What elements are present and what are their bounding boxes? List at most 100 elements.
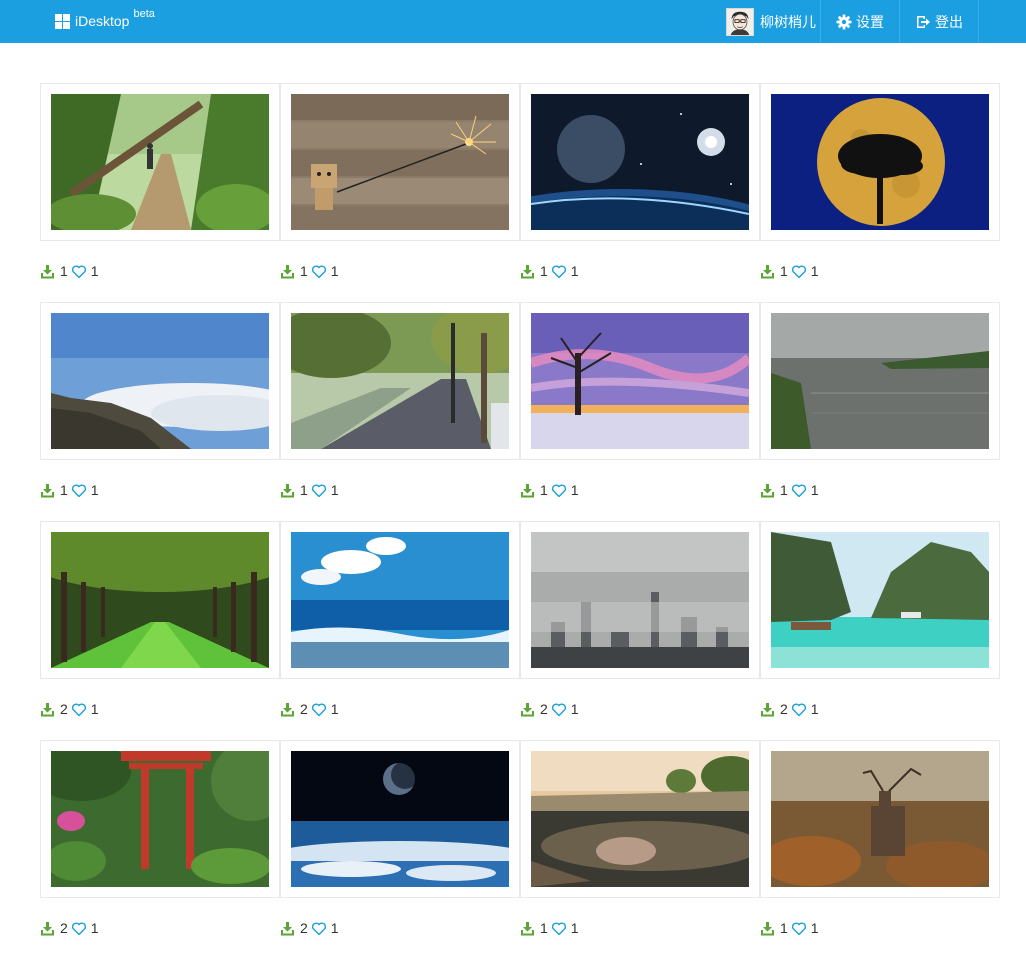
heart-icon[interactable] <box>71 264 87 279</box>
wallpaper-card[interactable] <box>760 521 1000 679</box>
wallpaper-item: 1 1 <box>280 83 520 302</box>
heart-icon[interactable] <box>551 264 567 279</box>
heart-icon[interactable] <box>71 921 87 936</box>
wallpaper-card[interactable] <box>280 83 520 241</box>
download-icon[interactable] <box>280 921 295 936</box>
wallpaper-thumbnail[interactable] <box>291 313 509 449</box>
download-icon[interactable] <box>280 702 295 717</box>
wallpaper-card[interactable] <box>280 740 520 898</box>
wallpaper-card[interactable] <box>280 521 520 679</box>
wallpaper-thumbnail[interactable] <box>291 94 509 230</box>
like-count: 1 <box>330 263 339 279</box>
download-icon[interactable] <box>760 921 775 936</box>
wallpaper-card[interactable] <box>280 302 520 460</box>
download-count: 2 <box>540 701 548 717</box>
like-count: 1 <box>570 920 579 936</box>
heart-icon[interactable] <box>551 702 567 717</box>
wallpaper-stats: 1 1 <box>520 480 579 500</box>
wallpaper-item: 1 1 <box>40 83 280 302</box>
user-menu[interactable]: 柳树梢儿 <box>721 0 821 43</box>
wallpaper-thumbnail[interactable] <box>531 94 749 230</box>
wallpaper-stats: 2 1 <box>760 699 819 719</box>
wallpaper-thumbnail[interactable] <box>51 94 269 230</box>
download-icon[interactable] <box>40 702 55 717</box>
brand-link[interactable]: iDesktop beta <box>55 8 155 31</box>
user-name: 柳树梢儿 <box>760 13 816 30</box>
wallpaper-card[interactable] <box>520 521 760 679</box>
settings-label: 设置 <box>856 13 884 30</box>
settings-button[interactable]: 设置 <box>821 0 900 43</box>
heart-icon[interactable] <box>791 702 807 717</box>
wallpaper-item: 2 1 <box>40 521 280 740</box>
wallpaper-card[interactable] <box>520 83 760 241</box>
heart-icon[interactable] <box>791 921 807 936</box>
heart-icon[interactable] <box>311 483 327 498</box>
wallpaper-card[interactable] <box>40 302 280 460</box>
download-icon[interactable] <box>760 702 775 717</box>
like-count: 1 <box>810 482 819 498</box>
download-icon[interactable] <box>40 483 55 498</box>
wallpaper-card[interactable] <box>40 521 280 679</box>
wallpaper-stats: 2 1 <box>280 918 339 938</box>
wallpaper-thumbnail[interactable] <box>771 532 989 668</box>
wallpaper-card[interactable] <box>760 83 1000 241</box>
wallpaper-thumbnail[interactable] <box>771 313 989 449</box>
wallpaper-item: 2 1 <box>760 521 1000 740</box>
like-count: 1 <box>330 482 339 498</box>
download-icon[interactable] <box>760 483 775 498</box>
wallpaper-card[interactable] <box>40 740 280 898</box>
download-count: 2 <box>60 920 68 936</box>
wallpaper-thumbnail[interactable] <box>771 751 989 887</box>
like-count: 1 <box>330 920 339 936</box>
download-icon[interactable] <box>280 264 295 279</box>
heart-icon[interactable] <box>311 264 327 279</box>
heart-icon[interactable] <box>791 483 807 498</box>
download-icon[interactable] <box>40 921 55 936</box>
wallpaper-card[interactable] <box>520 740 760 898</box>
heart-icon[interactable] <box>311 921 327 936</box>
wallpaper-thumbnail[interactable] <box>531 532 749 668</box>
wallpaper-thumbnail[interactable] <box>771 94 989 230</box>
wallpaper-item: 1 1 <box>520 302 760 521</box>
wallpaper-card[interactable] <box>40 83 280 241</box>
wallpaper-thumbnail[interactable] <box>51 313 269 449</box>
wallpaper-thumbnail[interactable] <box>291 532 509 668</box>
like-count: 1 <box>810 263 819 279</box>
heart-icon[interactable] <box>551 483 567 498</box>
wallpaper-thumbnail[interactable] <box>51 532 269 668</box>
wallpaper-stats: 1 1 <box>760 261 819 281</box>
heart-icon[interactable] <box>71 483 87 498</box>
brand-name: iDesktop <box>75 13 130 29</box>
heart-icon[interactable] <box>551 921 567 936</box>
wallpaper-item: 1 1 <box>520 83 760 302</box>
download-icon[interactable] <box>520 264 535 279</box>
heart-icon[interactable] <box>71 702 87 717</box>
wallpaper-thumbnail[interactable] <box>51 751 269 887</box>
gear-icon <box>836 14 852 29</box>
wallpaper-card[interactable] <box>760 740 1000 898</box>
like-count: 1 <box>90 920 99 936</box>
wallpaper-item: 1 1 <box>520 740 760 959</box>
like-count: 1 <box>810 920 819 936</box>
wallpaper-stats: 2 1 <box>280 699 339 719</box>
heart-icon[interactable] <box>311 702 327 717</box>
wallpaper-stats: 1 1 <box>280 480 339 500</box>
download-icon[interactable] <box>760 264 775 279</box>
like-count: 1 <box>90 701 99 717</box>
heart-icon[interactable] <box>791 264 807 279</box>
wallpaper-card[interactable] <box>520 302 760 460</box>
wallpaper-thumbnail[interactable] <box>531 751 749 887</box>
wallpaper-stats: 1 1 <box>760 480 819 500</box>
avatar <box>726 7 754 36</box>
logout-button[interactable]: 登出 <box>900 0 979 43</box>
wallpaper-stats: 2 1 <box>520 699 579 719</box>
download-icon[interactable] <box>520 921 535 936</box>
download-icon[interactable] <box>520 702 535 717</box>
download-icon[interactable] <box>40 264 55 279</box>
download-count: 1 <box>300 263 308 279</box>
download-icon[interactable] <box>280 483 295 498</box>
download-icon[interactable] <box>520 483 535 498</box>
wallpaper-card[interactable] <box>760 302 1000 460</box>
wallpaper-thumbnail[interactable] <box>531 313 749 449</box>
wallpaper-thumbnail[interactable] <box>291 751 509 887</box>
